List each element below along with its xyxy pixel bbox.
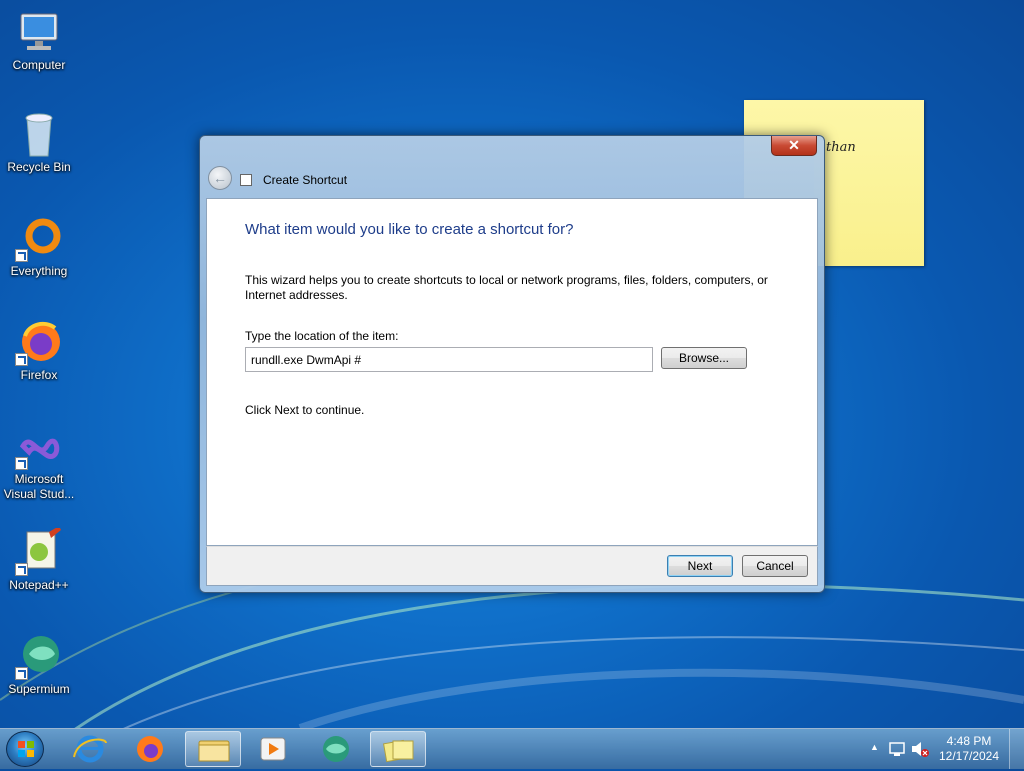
desktop-icon-recycle-bin[interactable]: Recycle Bin	[1, 110, 77, 175]
location-label: Type the location of the item:	[245, 329, 399, 343]
firefox-icon	[15, 318, 63, 366]
desktop-icon-computer[interactable]: Computer	[1, 8, 77, 73]
back-button[interactable]: ←	[208, 166, 232, 190]
internet-explorer-icon	[73, 735, 107, 763]
title-bar[interactable]: ← Create Shortcut ✕	[200, 136, 824, 198]
wizard-description: This wizard helps you to create shortcut…	[245, 273, 768, 302]
shortcut-icon	[240, 174, 252, 186]
firefox-icon	[137, 736, 163, 762]
volume-muted-icon[interactable]	[910, 740, 930, 758]
desktop-icon-label: Everything	[10, 264, 68, 278]
taskbar-media-player[interactable]	[245, 731, 301, 767]
browse-button[interactable]: Browse...	[661, 347, 747, 369]
wizard-heading: What item would you like to create a sho…	[245, 221, 574, 238]
desktop-icon-supermium[interactable]: Supermium	[1, 632, 77, 697]
close-button[interactable]: ✕	[771, 136, 817, 156]
dialog-title: Create Shortcut	[263, 173, 348, 187]
supermium-icon	[323, 736, 349, 762]
taskbar: ▲ 4:48 PM 12/17/2024	[0, 728, 1024, 769]
start-button[interactable]	[6, 731, 44, 767]
sticky-notes-icon	[383, 739, 414, 763]
desktop-icon-visual-studio[interactable]: Microsoft Visual Stud...	[1, 422, 77, 502]
wizard-footer: Next Cancel	[206, 546, 818, 586]
action-center-icon[interactable]	[888, 740, 906, 758]
create-shortcut-dialog: ← Create Shortcut ✕ What item would you …	[199, 135, 825, 593]
clock-date: 12/17/2024	[938, 749, 1000, 763]
wizard-content: What item would you like to create a sho…	[206, 198, 818, 546]
taskbar-file-explorer[interactable]	[185, 731, 241, 767]
clock[interactable]: 4:48 PM 12/17/2024	[934, 734, 1004, 764]
clock-time: 4:48 PM	[946, 734, 992, 748]
show-hidden-icons-button[interactable]: ▲	[870, 742, 879, 752]
desktop-icon-firefox[interactable]: Firefox	[1, 318, 77, 383]
cancel-button[interactable]: Cancel	[742, 555, 808, 577]
supermium-icon	[15, 632, 63, 680]
show-desktop-button[interactable]	[1009, 729, 1024, 769]
system-tray: ▲ 4:48 PM 12/17/2024	[854, 729, 1024, 769]
shortcut-arrow-icon	[15, 353, 28, 366]
media-player-icon	[260, 737, 286, 761]
file-explorer-icon	[198, 740, 230, 762]
shortcut-arrow-icon	[15, 563, 28, 576]
location-input[interactable]	[245, 347, 653, 372]
shortcut-arrow-icon	[15, 457, 28, 470]
notepadpp-icon	[15, 526, 63, 576]
taskbar-sticky-notes[interactable]	[370, 731, 426, 767]
desktop-icon-label: Computer	[12, 58, 66, 72]
recycle-bin-icon	[15, 110, 63, 158]
desktop-icon-everything[interactable]: Everything	[1, 214, 77, 279]
continue-hint: Click Next to continue.	[245, 403, 365, 417]
taskbar-supermium[interactable]	[308, 731, 364, 767]
taskbar-firefox[interactable]	[122, 731, 178, 767]
windows-logo-icon	[18, 741, 34, 757]
desktop-icon-label: Recycle Bin	[7, 160, 71, 174]
computer-icon	[15, 8, 63, 56]
everything-icon	[15, 214, 63, 262]
taskbar-internet-explorer[interactable]	[62, 731, 118, 767]
visual-studio-icon	[15, 422, 63, 470]
next-button[interactable]: Next	[667, 555, 733, 577]
desktop-icon-label: Supermium	[8, 682, 70, 696]
desktop-icon-label: Notepad++	[9, 578, 69, 592]
desktop-icon-notepadpp[interactable]: Notepad++	[1, 526, 77, 593]
shortcut-arrow-icon	[15, 249, 28, 262]
desktop-icon-label: Microsoft Visual Stud...	[3, 472, 75, 501]
shortcut-arrow-icon	[15, 667, 28, 680]
desktop-icon-label: Firefox	[20, 368, 58, 382]
sticky-note-text: than	[826, 140, 856, 155]
